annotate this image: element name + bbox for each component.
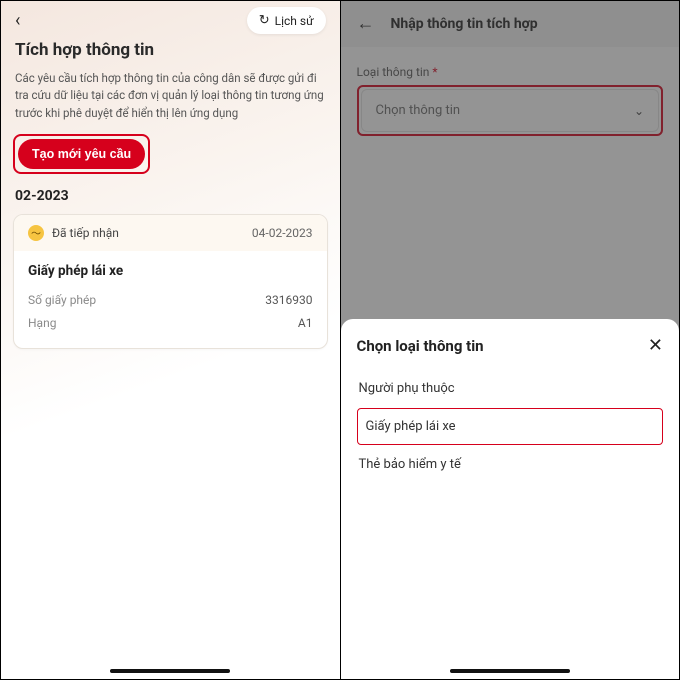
row-key: Số giấy phép [28,289,96,312]
row-value: 3316930 [265,289,312,312]
card-header: 〜 Đã tiếp nhận 04-02-2023 [14,215,327,251]
page-title: Tích hợp thông tin [1,34,340,70]
month-heading: 02-2023 [1,188,340,214]
card-body: Giấy phép lái xe Số giấy phép 3316930 Hạ… [14,251,327,349]
history-icon: ↻ [259,13,270,28]
left-pane: ‹ ↻ Lịch sử Tích hợp thông tin Các yêu c… [1,1,341,679]
bottom-sheet: Chọn loại thông tin ✕ Người phụ thuộc Gi… [341,319,680,679]
card-title: Giấy phép lái xe [28,263,313,279]
home-indicator [450,669,570,673]
option-giay-phep-lai-xe[interactable]: Giấy phép lái xe [357,408,664,445]
close-icon[interactable]: ✕ [648,337,663,355]
page-description: Các yêu cầu tích hợp thông tin của công … [1,70,340,134]
create-button-highlight: Tạo mới yêu cầu [13,134,150,174]
card-row: Hạng A1 [28,312,313,335]
sheet-title: Chọn loại thông tin [357,337,484,355]
request-card[interactable]: 〜 Đã tiếp nhận 04-02-2023 Giấy phép lái … [13,214,328,350]
row-value: A1 [298,312,313,335]
right-pane: ← Nhập thông tin tích hợp Loại thông tin… [341,1,680,679]
card-date: 04-02-2023 [252,226,313,240]
sheet-header: Chọn loại thông tin ✕ [357,337,664,355]
left-header: ‹ ↻ Lịch sử [1,1,340,34]
option-nguoi-phu-thuoc[interactable]: Người phụ thuộc [357,369,664,408]
option-the-bao-hiem-y-te[interactable]: Thẻ bảo hiểm y tế [357,445,664,484]
card-row: Số giấy phép 3316930 [28,289,313,312]
status-text: Đã tiếp nhận [52,226,119,240]
home-indicator [110,669,230,673]
back-icon[interactable]: ‹ [15,12,20,30]
history-button[interactable]: ↻ Lịch sử [247,7,326,34]
history-label: Lịch sử [275,14,314,28]
status-icon: 〜 [28,225,44,241]
status: 〜 Đã tiếp nhận [28,225,119,241]
row-key: Hạng [28,312,56,335]
create-request-button[interactable]: Tạo mới yêu cầu [18,139,145,169]
create-button-wrap: Tạo mới yêu cầu [1,134,340,188]
